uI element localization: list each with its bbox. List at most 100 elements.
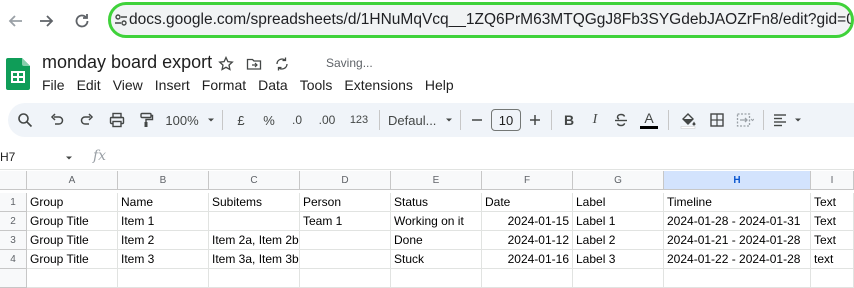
row-header[interactable]: 2 [0, 212, 27, 231]
cell-a2[interactable]: Group Title [27, 212, 118, 231]
cell-h4[interactable]: 2024-01-22 - 2024-01-28 [664, 250, 811, 269]
cell-a1[interactable]: Group [27, 193, 118, 212]
cell-g2[interactable]: Label 1 [573, 212, 664, 231]
cell-d1[interactable]: Person [300, 193, 391, 212]
cell-b3[interactable]: Item 2 [118, 231, 209, 250]
currency-format-button[interactable]: £ [227, 106, 255, 134]
cell-i3[interactable]: Text [811, 231, 854, 250]
font-select[interactable]: Defaul... [384, 106, 442, 134]
column-header-f[interactable]: F [482, 171, 573, 190]
menu-data[interactable]: Data [252, 76, 294, 94]
reload-icon[interactable] [68, 7, 96, 35]
column-header-i[interactable]: I [811, 171, 854, 190]
cell-f2[interactable]: 2024-01-15 [482, 212, 573, 231]
name-box[interactable]: H7 [0, 150, 15, 164]
menu-format[interactable]: Format [196, 76, 252, 94]
text-color-button[interactable]: A [634, 106, 664, 134]
address-bar[interactable]: docs.google.com/spreadsheets/d/1HNuMqVcq… [108, 2, 854, 38]
column-header-g[interactable]: G [573, 171, 664, 190]
column-header-h[interactable]: H [664, 171, 811, 190]
cell-h1[interactable]: Timeline [664, 193, 811, 212]
menu-help[interactable]: Help [419, 76, 460, 94]
row-header[interactable]: 3 [0, 231, 27, 250]
bold-button[interactable]: B [556, 106, 582, 134]
increase-font-size-icon[interactable] [523, 106, 547, 134]
cell-h2[interactable]: 2024-01-28 - 2024-01-31 [664, 212, 811, 231]
borders-icon[interactable] [703, 106, 731, 134]
strikethrough-icon[interactable] [608, 106, 634, 134]
cell-g1[interactable]: Label [573, 193, 664, 212]
cell-b1[interactable]: Name [118, 193, 209, 212]
empty-cell[interactable] [300, 269, 391, 288]
cell-d4[interactable] [300, 250, 391, 269]
italic-button[interactable]: I [582, 106, 608, 134]
cell-c3[interactable]: Item 2a, Item 2b [209, 231, 300, 250]
row-header[interactable]: 4 [0, 250, 27, 269]
cell-d2[interactable]: Team 1 [300, 212, 391, 231]
cell-c2[interactable] [209, 212, 300, 231]
empty-cell[interactable] [391, 269, 482, 288]
cell-c1[interactable]: Subitems [209, 193, 300, 212]
empty-cell[interactable] [118, 269, 209, 288]
column-header-b[interactable]: B [118, 171, 209, 190]
select-all-corner[interactable] [0, 171, 27, 190]
site-settings-icon[interactable] [113, 5, 129, 35]
document-title[interactable]: monday board export [42, 52, 212, 73]
cell-e4[interactable]: Stuck [391, 250, 482, 269]
sheets-logo-icon[interactable] [6, 58, 30, 90]
cell-g3[interactable]: Label 2 [573, 231, 664, 250]
row-header[interactable]: 1 [0, 193, 27, 212]
cell-i4[interactable]: text [811, 250, 854, 269]
cell-i1[interactable]: Text [811, 193, 854, 212]
empty-cell[interactable] [811, 269, 854, 288]
paint-format-icon[interactable] [132, 106, 160, 134]
column-header-a[interactable]: A [27, 171, 118, 190]
font-size-field[interactable]: 10 [489, 106, 523, 134]
menu-tools[interactable]: Tools [294, 76, 339, 94]
cell-b4[interactable]: Item 3 [118, 250, 209, 269]
cell-a4[interactable]: Group Title [27, 250, 118, 269]
cell-d3[interactable] [300, 231, 391, 250]
cell-a3[interactable]: Group Title [27, 231, 118, 250]
undo-icon[interactable] [42, 106, 72, 134]
back-icon[interactable] [2, 7, 30, 35]
empty-cell[interactable] [664, 269, 811, 288]
empty-cell[interactable] [209, 269, 300, 288]
increase-decimal-button[interactable]: .00 [311, 106, 343, 134]
forward-icon[interactable] [32, 7, 60, 35]
column-header-e[interactable]: E [391, 171, 482, 190]
search-icon[interactable] [8, 106, 42, 134]
print-icon[interactable] [102, 106, 132, 134]
menu-extensions[interactable]: Extensions [338, 76, 418, 94]
empty-cell[interactable] [573, 269, 664, 288]
percent-format-button[interactable]: % [255, 106, 283, 134]
menu-edit[interactable]: Edit [71, 76, 107, 94]
column-header-c[interactable]: C [209, 171, 300, 190]
merge-cells-icon[interactable] [731, 106, 759, 134]
fill-color-icon[interactable] [673, 106, 703, 134]
cell-e3[interactable]: Done [391, 231, 482, 250]
cell-b2[interactable]: Item 1 [118, 212, 209, 231]
empty-cell[interactable] [27, 269, 118, 288]
star-icon[interactable] [216, 54, 236, 74]
menu-file[interactable]: File [36, 76, 71, 94]
column-header-d[interactable]: D [300, 171, 391, 190]
cell-f4[interactable]: 2024-01-16 [482, 250, 573, 269]
cell-e2[interactable]: Working on it [391, 212, 482, 231]
cell-g4[interactable]: Label 3 [573, 250, 664, 269]
cell-h3[interactable]: 2024-01-21 - 2024-01-28 [664, 231, 811, 250]
menu-view[interactable]: View [107, 76, 149, 94]
cell-f3[interactable]: 2024-01-12 [482, 231, 573, 250]
zoom-select[interactable]: 100% [160, 106, 204, 134]
horizontal-align-icon[interactable] [768, 106, 792, 134]
move-to-folder-icon[interactable] [244, 54, 264, 74]
url-text[interactable]: docs.google.com/spreadsheets/d/1HNuMqVcq… [129, 11, 851, 29]
font-chevron-down-icon[interactable] [442, 106, 456, 134]
cell-c4[interactable]: Item 3a, Item 3b [209, 250, 300, 269]
font-size-value[interactable]: 10 [491, 109, 521, 131]
row-header[interactable] [0, 269, 27, 288]
sync-status-icon[interactable] [272, 54, 292, 74]
cell-i2[interactable]: Text [811, 212, 854, 231]
align-chevron-down-icon[interactable] [792, 106, 804, 134]
name-box-chevron-down-icon[interactable] [64, 152, 74, 166]
